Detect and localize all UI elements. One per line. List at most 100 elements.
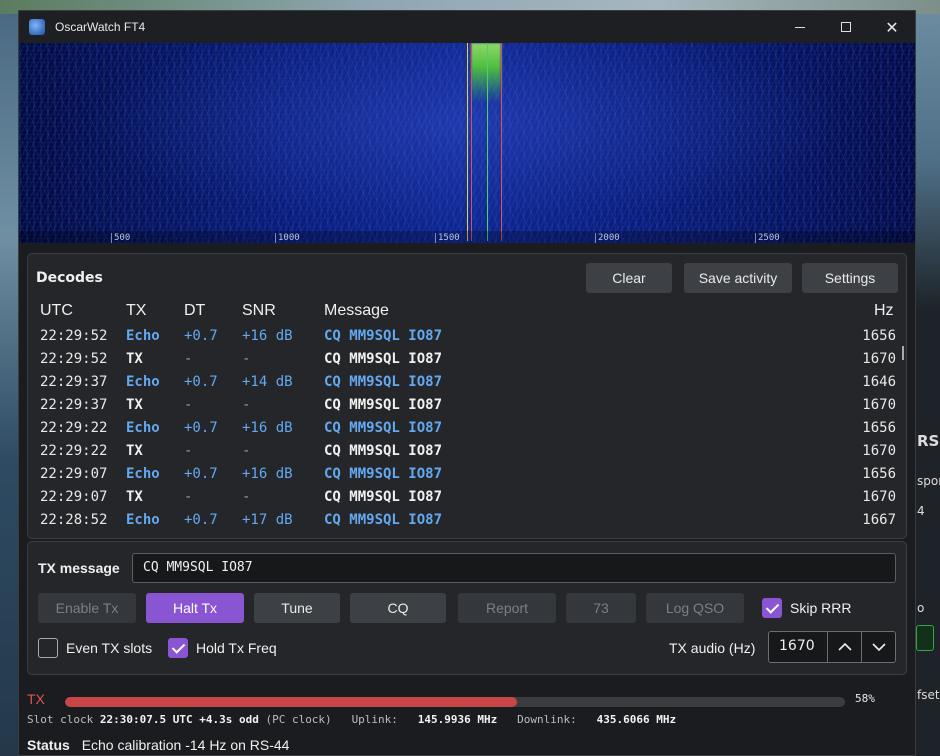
decode-snr: +16 dB (242, 466, 293, 482)
decode-snr: +17 dB (242, 512, 293, 526)
decode-snr: +16 dB (242, 420, 293, 436)
column-header-utc[interactable]: UTC (40, 302, 73, 320)
report-button[interactable]: Report (458, 593, 556, 623)
decode-snr: +16 dB (242, 328, 293, 344)
status-text: Echo calibration -14 Hz on RS-44 (81, 737, 290, 753)
decodes-panel: Decodes Clear Save activity Settings UTC… (27, 253, 907, 539)
chevron-down-icon (871, 643, 886, 652)
tx-message-input[interactable]: CQ MM9SQL IO87 (132, 553, 896, 583)
tx-audio-value[interactable]: 1670 (779, 638, 815, 654)
tune-button[interactable]: Tune (254, 593, 340, 623)
decodes-list[interactable]: 22:29:52 Echo +0.7 +16 dB CQ MM9SQL IO87… (28, 326, 896, 526)
slot-clock-offset: +4.3s (199, 713, 233, 726)
decode-row[interactable]: 22:29:52 Echo +0.7 +16 dB CQ MM9SQL IO87… (28, 326, 896, 349)
tx-progress-fill (65, 697, 518, 707)
decode-hz: 1656 (862, 420, 896, 436)
increment-button[interactable] (827, 632, 861, 662)
downlink-label: Downlink: (517, 713, 577, 726)
decode-utc: 22:29:22 (40, 420, 108, 436)
column-header-hz[interactable]: Hz (874, 302, 894, 320)
settings-button[interactable]: Settings (802, 263, 898, 293)
decode-dt: - (184, 489, 193, 505)
column-header-tx[interactable]: TX (126, 302, 146, 320)
enable-tx-button[interactable]: Enable Tx (38, 593, 136, 623)
decode-message: CQ MM9SQL IO87 (324, 374, 443, 390)
tx-indicator: TX (27, 691, 45, 707)
decodes-scrollbar[interactable] (902, 346, 904, 360)
decode-dt: +0.7 (184, 420, 218, 436)
decode-dt: - (184, 351, 193, 367)
cq-button[interactable]: CQ (350, 593, 446, 623)
decode-utc: 22:28:52 (40, 512, 108, 526)
decode-row[interactable]: 22:29:22 Echo +0.7 +16 dB CQ MM9SQL IO87… (28, 418, 896, 441)
minimize-icon (795, 26, 805, 28)
tx-audio-stepper[interactable]: 1670 (768, 631, 896, 663)
decode-snr: +14 dB (242, 374, 293, 390)
decode-snr: - (242, 489, 251, 505)
rx-marker-line (467, 43, 468, 241)
waterfall-display[interactable]: 500 1000 1500 2000 2500 (19, 43, 915, 243)
column-header-snr[interactable]: SNR (242, 302, 276, 320)
decode-utc: 22:29:07 (40, 489, 108, 505)
uplink-label: Uplink: (351, 713, 398, 726)
log-qso-button[interactable]: Log QSO (646, 593, 744, 623)
downlink-frequency: 435.6066 MHz (596, 713, 677, 726)
decode-tx: Echo (126, 512, 160, 526)
decode-dt: +0.7 (184, 374, 218, 390)
decode-row[interactable]: 22:29:07 TX - - CQ MM9SQL IO87 1670 (28, 487, 896, 510)
decode-message: CQ MM9SQL IO87 (324, 351, 443, 367)
decode-message: CQ MM9SQL IO87 (324, 443, 443, 459)
halt-tx-button[interactable]: Halt Tx (146, 593, 244, 623)
background-window-title: RS-4 (913, 424, 940, 458)
tx-panel: TX message CQ MM9SQL IO87 Enable Tx Halt… (27, 541, 907, 675)
tx-marker-line (487, 43, 488, 241)
freq-tick: 1000 (275, 233, 300, 243)
decode-snr: - (242, 397, 251, 413)
decode-dt: +0.7 (184, 328, 218, 344)
decode-hz: 1670 (862, 397, 896, 413)
decode-dt: - (184, 443, 193, 459)
chevron-up-icon (837, 642, 852, 651)
decode-row[interactable]: 22:29:22 TX - - CQ MM9SQL IO87 1670 (28, 441, 896, 464)
decode-row[interactable]: 22:29:37 Echo +0.7 +14 dB CQ MM9SQL IO87… (28, 372, 896, 395)
clear-button[interactable]: Clear (586, 263, 672, 293)
column-header-message[interactable]: Message (324, 302, 389, 320)
decode-message: CQ MM9SQL IO87 (324, 397, 443, 413)
background-window-text: o (913, 597, 940, 619)
decode-row[interactable]: 22:29:52 TX - - CQ MM9SQL IO87 1670 (28, 349, 896, 372)
save-activity-button[interactable]: Save activity (684, 263, 792, 293)
decode-row[interactable]: 22:29:37 TX - - CQ MM9SQL IO87 1670 (28, 395, 896, 418)
decode-message: CQ MM9SQL IO87 (324, 489, 443, 505)
decode-hz: 1670 (862, 489, 896, 505)
uplink-frequency: 145.9936 MHz (417, 713, 498, 726)
skip-rrr-checkbox[interactable] (762, 598, 782, 618)
hold-tx-freq-checkbox[interactable] (168, 638, 188, 658)
decrement-button[interactable] (861, 632, 895, 662)
close-button[interactable]: ✕ (869, 11, 915, 43)
background-window-text: spon (913, 470, 940, 492)
73-button[interactable]: 73 (566, 593, 636, 623)
maximize-button[interactable] (823, 11, 869, 43)
maximize-icon (841, 22, 851, 32)
close-icon: ✕ (885, 17, 899, 37)
decode-tx: Echo (126, 420, 160, 436)
window-title: OscarWatch FT4 (55, 20, 146, 34)
decode-dt: +0.7 (184, 512, 218, 526)
waterfall-signal (471, 43, 501, 103)
freq-tick: 500 (111, 233, 130, 243)
decode-hz: 1670 (862, 351, 896, 367)
decode-hz: 1646 (862, 374, 896, 390)
decode-message: CQ MM9SQL IO87 (324, 328, 443, 344)
tx-audio-label: TX audio (Hz) (669, 640, 756, 656)
decode-row[interactable]: 22:29:07 Echo +0.7 +16 dB CQ MM9SQL IO87… (28, 464, 896, 487)
even-tx-slots-checkbox[interactable] (38, 638, 58, 658)
app-window: OscarWatch FT4 ✕ 500 1000 1500 2000 2500… (18, 10, 916, 756)
minimize-button[interactable] (777, 11, 823, 43)
tx-message-label: TX message (38, 560, 120, 576)
decode-snr: - (242, 443, 251, 459)
decode-tx: Echo (126, 328, 160, 344)
column-header-dt[interactable]: DT (184, 302, 205, 320)
title-bar: OscarWatch FT4 ✕ (19, 11, 915, 43)
decode-utc: 22:29:37 (40, 374, 108, 390)
decode-row[interactable]: 22:28:52 Echo +0.7 +17 dB CQ MM9SQL IO87… (28, 510, 896, 526)
